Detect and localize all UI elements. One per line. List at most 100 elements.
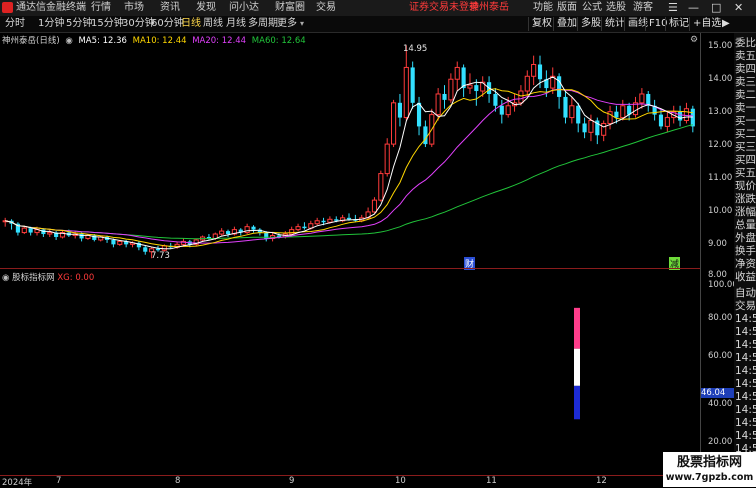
date-axis [0, 475, 700, 488]
candle-body [314, 220, 320, 225]
candle-body [143, 247, 148, 252]
menu-function[interactable]: 功能 [533, 0, 553, 16]
candle-body [524, 75, 530, 92]
chart-settings-icon[interactable]: ⚙ [690, 35, 698, 45]
indicator-tick: 20.00 [708, 437, 733, 447]
trade-time: 14:50 [735, 430, 756, 442]
ma60-line [5, 124, 693, 240]
adjust-button[interactable]: 复权 [528, 17, 555, 31]
period-15min[interactable]: 15分钟 [91, 16, 124, 32]
period-1min[interactable]: 1分钟 [38, 16, 64, 32]
legend-dropdown-icon[interactable]: ◉ [65, 36, 72, 46]
candle-body [334, 219, 339, 221]
ma60-label: MA60: 12.64 [251, 36, 306, 46]
candle-body [493, 93, 498, 106]
candle-body [690, 108, 695, 127]
candle-body [678, 111, 683, 121]
app-name: 通达信金融终端 [16, 2, 86, 13]
close-icon[interactable]: ✕ [734, 0, 743, 16]
price-tick: 11.00 [708, 173, 733, 183]
date-tick: 11 [486, 476, 497, 486]
trade-time: 14:50 [735, 365, 756, 377]
minimize-icon[interactable]: — [688, 0, 699, 16]
period-more[interactable]: 更多 [277, 16, 297, 32]
candle-body [397, 102, 403, 118]
price-tick: 12.00 [708, 140, 733, 150]
price-tick: 15.00 [708, 41, 733, 51]
side-label[interactable]: 自动 [735, 287, 756, 300]
candle-body [117, 240, 123, 245]
menu-select-stock[interactable]: 选股 [606, 0, 626, 16]
candle-body [448, 78, 454, 101]
period-multi[interactable]: 多周期 [248, 16, 278, 32]
trade-time: 14:50 [735, 326, 756, 338]
candle-body [321, 220, 326, 223]
overlay-button[interactable]: 叠加 [553, 17, 580, 31]
mark-button[interactable]: 标记 [665, 17, 692, 31]
side-label: 涨幅 [735, 206, 756, 218]
candle-body [658, 114, 664, 127]
period-monthly[interactable]: 月线 [226, 16, 246, 32]
side-label: 买一 [735, 115, 756, 127]
menu-trade[interactable]: 交易 [316, 0, 336, 16]
menu-wealth[interactable]: 财富圈 [275, 0, 305, 16]
candle-body [620, 105, 626, 119]
trade-time: 14:50 [735, 404, 756, 416]
candle-body [639, 93, 645, 104]
low-price-label: 7.73 [151, 251, 170, 261]
side-label: 买五 [735, 167, 756, 179]
menu-discover[interactable]: 发现 [196, 0, 216, 16]
add-watchlist-button[interactable]: +自选 [689, 17, 724, 31]
indicator-tick: 40.00 [708, 399, 733, 409]
kline-chart[interactable] [0, 33, 700, 267]
date-tick: 2024年 [2, 478, 33, 488]
period-daily[interactable]: 日线 [181, 16, 201, 32]
candle-body [47, 232, 53, 235]
menu-quotes[interactable]: 行情 [91, 0, 111, 16]
candle-body [302, 226, 307, 229]
maximize-icon[interactable]: □ [711, 0, 721, 16]
ma5-label: MA5: 12.36 [78, 36, 127, 46]
period-intraday[interactable]: 分时 [5, 16, 25, 32]
trade-time: 14:50 [735, 352, 756, 364]
menu-ask[interactable]: 问小达 [229, 0, 259, 16]
pane-divider[interactable] [0, 268, 700, 269]
menu-formula[interactable]: 公式 [582, 0, 602, 16]
candle-body [21, 227, 27, 234]
candle-body [569, 105, 575, 119]
date-tick: 8 [175, 476, 181, 486]
candle-body [582, 123, 587, 133]
side-label[interactable]: 交易 [735, 300, 756, 313]
side-label: 换手 [735, 245, 756, 257]
menu-news[interactable]: 资讯 [160, 0, 180, 16]
multi-stock-button[interactable]: 多股 [577, 17, 604, 31]
menu-icon[interactable]: ☰ [668, 0, 678, 16]
period-30min[interactable]: 30分钟 [122, 16, 155, 32]
candle-body [416, 102, 422, 127]
side-label: 收益 [735, 271, 756, 283]
candle-body [505, 105, 511, 116]
period-5min[interactable]: 5分钟 [66, 16, 92, 32]
price-tick: 8.00 [708, 270, 727, 280]
menu-market[interactable]: 市场 [124, 0, 144, 16]
user-guest[interactable]: 游客 [633, 0, 653, 16]
candle-body [111, 239, 116, 245]
indicator-chart[interactable] [0, 276, 700, 475]
candle-body [28, 228, 33, 233]
period-60min[interactable]: 60分钟 [151, 16, 184, 32]
period-weekly[interactable]: 周线 [203, 16, 223, 32]
candle-body [295, 226, 301, 231]
side-label: 涨跌 [735, 193, 756, 205]
side-label: 委比 [735, 37, 756, 49]
candle-body [557, 76, 562, 97]
chevron-down-icon[interactable]: ▾ [300, 19, 304, 28]
trade-time: 14:50 [735, 378, 756, 390]
side-label: 净资 [735, 258, 756, 270]
indicator-tick: 80.00 [708, 313, 733, 323]
candle-body [371, 199, 378, 213]
side-label: 买二 [735, 128, 756, 140]
trade-time: 14:50 [735, 339, 756, 351]
side-label: 卖五 [735, 50, 756, 62]
arrow-right-icon[interactable]: ▶ [722, 18, 730, 29]
menu-layout[interactable]: 版面 [557, 0, 577, 16]
